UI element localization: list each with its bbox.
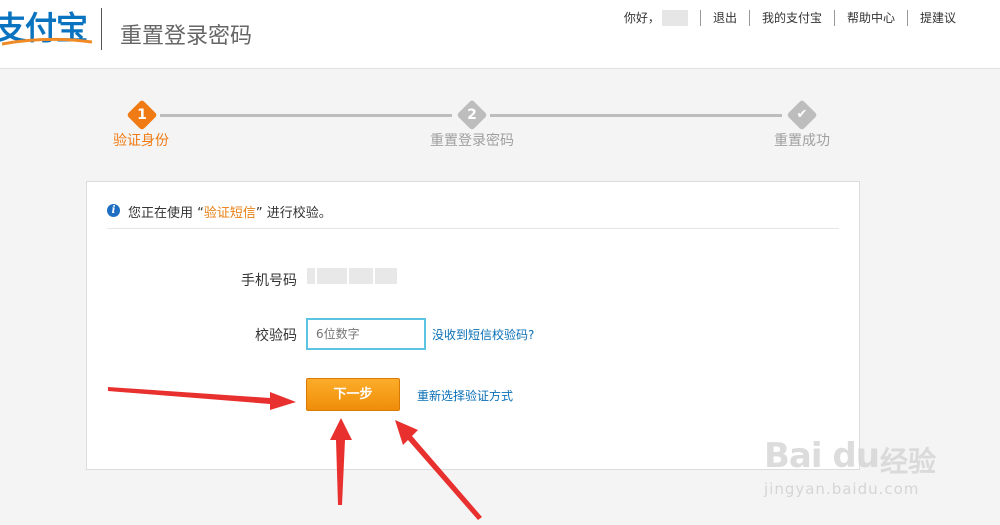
info-icon: i bbox=[107, 204, 120, 217]
verification-notice: i 您正在使用 “验证短信” 进行校验。 bbox=[107, 202, 839, 229]
step-3-label: 重置成功 bbox=[774, 133, 830, 149]
phone-label: 手机号码 bbox=[241, 273, 297, 289]
help-center-link[interactable]: 帮助中心 bbox=[847, 11, 895, 25]
notice-suffix: ” 进行校验。 bbox=[255, 206, 332, 221]
next-step-button[interactable]: 下一步 bbox=[306, 378, 400, 411]
code-label: 校验码 bbox=[255, 328, 297, 344]
masked-username bbox=[661, 10, 688, 26]
watermark-brand: Bai du bbox=[764, 436, 880, 476]
logout-link[interactable]: 退出 bbox=[713, 11, 737, 25]
watermark-jingyan: 经验 bbox=[880, 445, 937, 478]
step-1-number: 1 bbox=[137, 107, 147, 123]
greeting-text: 你好， bbox=[623, 11, 660, 25]
no-sms-link[interactable]: 没收到短信校验码? bbox=[432, 326, 534, 343]
my-alipay-item: 我的支付宝 bbox=[748, 10, 834, 26]
logo-swoosh-icon bbox=[2, 37, 92, 46]
check-icon: ✔ bbox=[796, 107, 808, 122]
step-connector bbox=[490, 114, 782, 117]
progress-steps: 1 验证身份 2 重置登录密码 ✔ 重置成功 bbox=[0, 98, 1000, 158]
user-greeting: 你好， bbox=[624, 10, 700, 26]
logout-item: 退出 bbox=[699, 10, 749, 26]
feedback-item: 提建议 bbox=[906, 10, 968, 26]
help-center-item: 帮助中心 bbox=[833, 10, 907, 26]
reselect-method-link[interactable]: 重新选择验证方式 bbox=[417, 387, 513, 404]
feedback-link[interactable]: 提建议 bbox=[920, 11, 956, 25]
baidu-jingyan-watermark: Bai du 经验 jingyan.baidu.com bbox=[760, 432, 960, 502]
header: 支付宝 重置登录密码 你好， 退出 我的支付宝 帮助中心 提建议 bbox=[0, 0, 1000, 69]
verification-code-input[interactable] bbox=[306, 318, 426, 350]
masked-phone-number bbox=[307, 268, 407, 284]
step-1-label: 验证身份 bbox=[113, 133, 169, 149]
step-2-label: 重置登录密码 bbox=[430, 133, 514, 149]
page-title: 重置登录密码 bbox=[120, 24, 253, 49]
logo-divider bbox=[101, 8, 102, 50]
verification-card: i 您正在使用 “验证短信” 进行校验。 手机号码 校验码 没收到短信校验码? … bbox=[86, 181, 860, 470]
top-nav: 你好， 退出 我的支付宝 帮助中心 提建议 bbox=[624, 10, 968, 26]
notice-method: 验证短信 bbox=[203, 206, 256, 221]
step-connector bbox=[160, 114, 452, 117]
watermark-url: jingyan.baidu.com bbox=[764, 480, 920, 498]
my-alipay-link[interactable]: 我的支付宝 bbox=[762, 11, 822, 25]
notice-prefix: 您正在使用 “ bbox=[128, 206, 204, 221]
step-2-number: 2 bbox=[467, 107, 477, 123]
